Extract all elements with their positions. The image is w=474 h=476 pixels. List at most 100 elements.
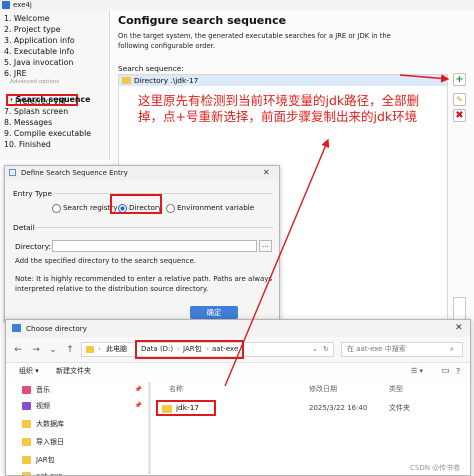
page-title: Configure search sequence [118, 14, 287, 27]
explorer-title: Choose directory [26, 324, 87, 333]
divider [55, 193, 273, 194]
folder-window-icon [12, 324, 21, 332]
folder-icon [122, 77, 131, 84]
search-sequence-label: Search sequence: [118, 64, 184, 73]
file-type: 文件夹 [389, 404, 410, 412]
recent-dropdown-icon[interactable]: ⌄ [47, 344, 59, 356]
nav-item-label: 导入银日 [36, 438, 64, 446]
sidebar-item-finished[interactable]: 10. Finished [4, 139, 51, 150]
window-title: exe4j [13, 1, 32, 9]
divider [35, 227, 273, 228]
dialog-help-text: Add the specified directory to the searc… [15, 257, 197, 265]
sidebar-item-application-info[interactable]: 3. Application info [4, 35, 75, 46]
edit-entry-button[interactable]: ✎ [453, 93, 466, 106]
nav-item-music[interactable]: 音乐 📌 [22, 383, 146, 397]
sidebar-item-splash-screen[interactable]: 7. Splash screen [4, 106, 68, 117]
refresh-icon[interactable]: ↻ [323, 343, 329, 356]
back-arrow-icon[interactable]: ← [12, 344, 24, 356]
nav-item-videos[interactable]: 视频 📌 [22, 399, 146, 413]
exe4j-logo-icon [2, 1, 10, 9]
organize-button[interactable]: 组织 ▾ [19, 363, 39, 380]
video-icon [22, 402, 31, 410]
column-header-type[interactable]: 类型 [389, 384, 403, 394]
sidebar-item-java-invocation[interactable]: 5. Java invocation [4, 57, 73, 68]
choose-directory-dialog: Choose directory ✕ ← → ⌄ ↑ › 此电脑 › Data … [5, 319, 471, 476]
forward-arrow-icon[interactable]: → [30, 344, 42, 356]
nav-item-import[interactable]: 导入银日 [22, 435, 146, 449]
ok-button[interactable]: 确定 [190, 306, 238, 319]
define-entry-dialog: Define Search Sequence Entry ✕ Entry Typ… [4, 165, 280, 322]
folder-icon [86, 346, 94, 353]
help-icon[interactable]: ? [456, 363, 460, 380]
nav-item-jar[interactable]: JAR包 [22, 453, 146, 467]
nav-item-label: 视频 [36, 402, 50, 410]
pane-icon[interactable]: ▭ [441, 363, 450, 380]
delete-entry-button[interactable]: ✖ [453, 109, 466, 122]
page-description: On the target system, the generated exec… [118, 32, 391, 50]
breadcrumb-separator: › [98, 345, 101, 353]
radio-environment-variable[interactable]: Environment variable [166, 202, 254, 214]
view-options-icon[interactable]: ☰ ▾ [411, 363, 423, 380]
folder-icon [22, 456, 31, 464]
chevron-down-icon[interactable]: ⌄ [312, 343, 318, 356]
explorer-titlebar: Choose directory ✕ [6, 320, 470, 337]
sidebar-item-project-type[interactable]: 2. Project type [4, 24, 61, 35]
breadcrumb-this-pc[interactable]: 此电脑 [106, 343, 127, 356]
sequence-entry-label: Directory .\jdk-17 [134, 76, 199, 85]
dialog-note-text: Note: It is highly recommended to enter … [15, 275, 273, 293]
folder-icon [162, 405, 172, 413]
nav-item-database[interactable]: 大数据库 [22, 417, 146, 431]
sidebar-item-welcome[interactable]: 1. Welcome [4, 13, 50, 24]
sidebar-advanced-label: Advanced options [10, 79, 60, 85]
directory-input[interactable] [52, 240, 257, 252]
file-name: jdk-17 [176, 403, 200, 412]
up-arrow-icon[interactable]: ↑ [64, 344, 76, 356]
nav-item-aat-exe[interactable]: aat-exe [22, 469, 146, 476]
window-titlebar: exe4j [0, 0, 474, 10]
navigation-pane: 音乐 📌 视频 📌 大数据库 导入银日 JAR包 aat-exe [6, 380, 151, 476]
column-header-modified[interactable]: 修改日期 [309, 384, 337, 394]
dialog-titlebar: Define Search Sequence Entry ✕ [5, 166, 279, 180]
sidebar-item-messages[interactable]: 8. Messages [4, 117, 52, 128]
nav-item-label: 音乐 [36, 386, 50, 394]
list-item[interactable]: Directory .\jdk-17 [119, 75, 447, 86]
nav-item-label: JAR包 [36, 456, 55, 464]
dialog-window-icon [9, 169, 16, 176]
nav-scrollbar[interactable] [148, 382, 151, 474]
pin-icon: 📌 [134, 402, 142, 409]
directory-highlight-box [110, 194, 162, 214]
entry-type-radios: Search registry Directory Environment va… [52, 202, 272, 214]
nav-item-label: aat-exe [36, 472, 63, 476]
path-highlight-box [135, 340, 244, 359]
explorer-navbar: ← → ⌄ ↑ › 此电脑 › Data (D:) › JAR包 › aat-e… [6, 337, 470, 363]
pin-icon: 📌 [134, 386, 142, 393]
close-icon[interactable]: ✕ [455, 320, 463, 337]
file-highlight-box[interactable]: jdk-17 [156, 400, 216, 416]
directory-label: Directory: [15, 242, 52, 251]
search-placeholder: 在 aat-exe 中搜索 [347, 345, 406, 353]
folder-icon [22, 472, 31, 475]
search-icon: ⌕ [450, 345, 454, 353]
detail-label: Detail [13, 223, 35, 232]
new-folder-button[interactable]: 新建文件夹 [56, 363, 91, 380]
wizard-sidebar: 1. Welcome 2. Project type 3. Applicatio… [0, 10, 110, 160]
column-header-name[interactable]: 名称 [169, 384, 183, 394]
folder-icon [22, 438, 31, 446]
sidebar-item-executable-info[interactable]: 4. Executable info [4, 46, 74, 57]
dialog-title: Define Search Sequence Entry [21, 169, 128, 177]
sidebar-item-compile-executable[interactable]: 9. Compile executable [4, 128, 91, 139]
annotation-text: 这里原先有检测到当前环境变量的jdk路径，全部删掉，点+号重新选择，前面步骤复制… [138, 93, 420, 124]
table-row[interactable]: jdk-17 2025/3/22 16:40 文件夹 [156, 400, 470, 416]
browse-button[interactable]: ... [259, 240, 272, 252]
nav-item-label: 大数据库 [36, 420, 64, 428]
watermark: CSDN @传书卷 [410, 464, 461, 472]
folder-icon [22, 420, 31, 428]
add-entry-button[interactable]: + [453, 73, 466, 86]
search-input[interactable]: 在 aat-exe 中搜索 ⌕ [341, 342, 463, 357]
file-modified: 2025/3/22 16:40 [309, 404, 368, 412]
radio-search-registry[interactable]: Search registry [52, 202, 118, 214]
music-icon [22, 386, 31, 394]
close-icon[interactable]: ✕ [263, 166, 270, 180]
entry-type-label: Entry Type [13, 189, 52, 198]
explorer-toolbar: 组织 ▾ 新建文件夹 ☰ ▾ ▭ ? [6, 363, 470, 380]
